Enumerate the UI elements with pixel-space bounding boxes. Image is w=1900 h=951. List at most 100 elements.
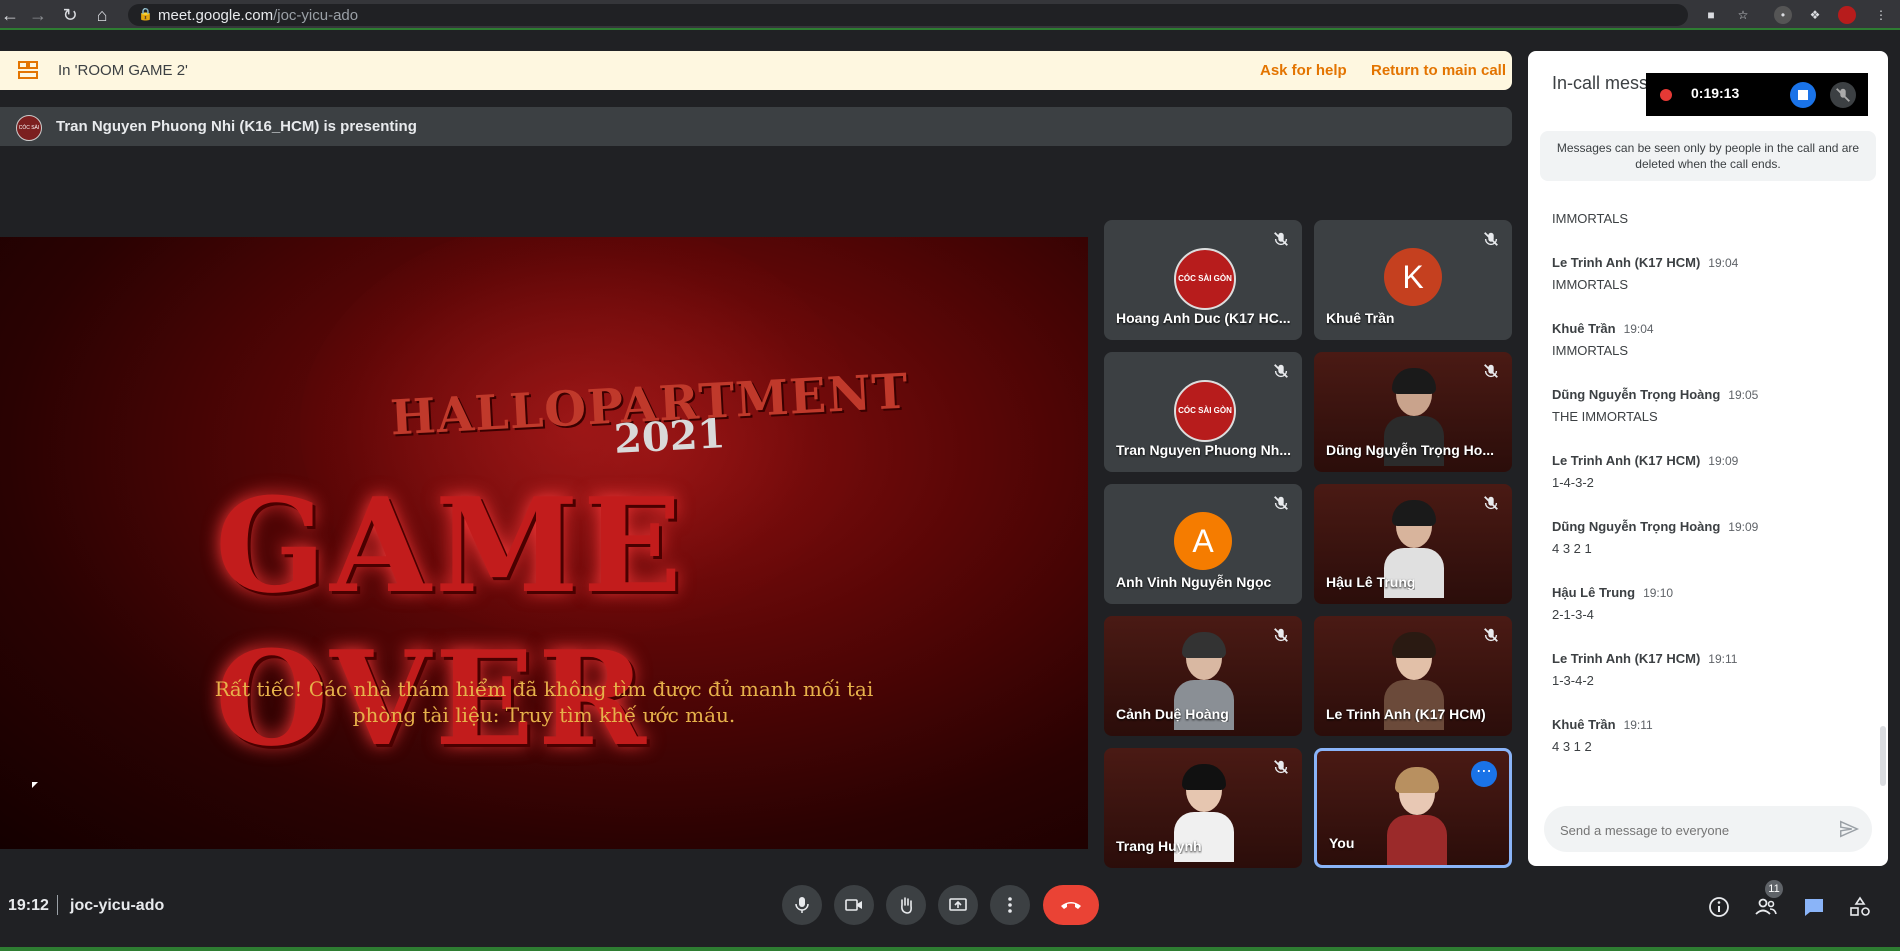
participant-name: Dũng Nguyễn Trọng Ho... [1326, 442, 1494, 458]
meeting-details-icon[interactable] [1707, 895, 1731, 919]
divider [57, 895, 58, 915]
ask-for-help-link[interactable]: Ask for help [1260, 62, 1347, 79]
mic-off-icon [1274, 364, 1288, 378]
chat-input-box [1544, 806, 1872, 852]
participant-tile[interactable]: Le Trinh Anh (K17 HCM) [1314, 616, 1512, 736]
list-item: Hậu Lê Trung 19:10 2-1-3-4 [1552, 585, 1674, 622]
bottom-control-bar: 19:12 joc-yicu-ado 11 [0, 873, 1900, 933]
breakout-room-banner: In 'ROOM GAME 2' Ask for help Return to … [0, 51, 1512, 90]
forward-arrow-icon[interactable]: → [28, 5, 48, 25]
participant-tile[interactable]: CÓC SÀI GÒN Tran Nguyen Phuong Nh... [1104, 352, 1302, 472]
recording-timer: 0:19:13 [1691, 85, 1740, 101]
home-icon[interactable]: ⌂ [92, 5, 112, 25]
stop-recording-button[interactable] [1790, 82, 1816, 108]
presenting-text: Tran Nguyen Phuong Nhi (K16_HCM) is pres… [56, 118, 417, 135]
back-arrow-icon[interactable]: ← [0, 5, 20, 25]
profile-avatar[interactable] [1838, 6, 1856, 24]
participant-tile[interactable]: K Khuê Trần [1314, 220, 1512, 340]
participant-tile[interactable]: Hậu Lê Trung [1314, 484, 1512, 604]
raise-hand-button[interactable] [886, 885, 926, 925]
chat-message-input[interactable] [1558, 818, 1832, 842]
recording-widget: 0:19:13 [1646, 73, 1868, 116]
participant-name: You [1329, 835, 1355, 851]
participant-name: Hậu Lê Trung [1326, 574, 1416, 590]
participant-avatar: CÓC SÀI GÒN [1174, 380, 1236, 442]
breakout-room-icon [18, 61, 38, 79]
meeting-code: joc-yicu-ado [70, 897, 165, 914]
mic-off-icon [1274, 760, 1288, 774]
list-item: Khuê Trần 19:04 IMMORTALS [1552, 321, 1654, 358]
return-to-main-call-link[interactable]: Return to main call [1371, 62, 1506, 79]
participant-name: Tran Nguyen Phuong Nh... [1116, 442, 1291, 458]
game-over-headline: GAME OVER [215, 469, 686, 775]
participant-tile[interactable]: Trang Huynh [1104, 748, 1302, 868]
bookmark-star-icon[interactable]: ☆ [1734, 6, 1752, 24]
result-message-line-1: Rất tiếc! Các nhà thám hiểm đã không tìm… [214, 677, 874, 701]
presentation-stage: HALLOPARTMENT 2021 GAME OVER Rất tiếc! C… [0, 237, 1088, 849]
participant-name: Hoang Anh Duc (K17 HC... [1116, 310, 1291, 326]
presenter-avatar: CÓC SÀI GÒN [16, 115, 42, 141]
participant-name: Trang Huynh [1116, 838, 1202, 854]
activities-icon[interactable] [1848, 895, 1872, 919]
present-screen-button[interactable] [938, 885, 978, 925]
participant-tile[interactable]: Cảnh Duệ Hoàng [1104, 616, 1302, 736]
camera-icon [845, 899, 862, 911]
list-item: Dũng Nguyễn Trọng Hoàng 19:05 THE IMMORTA… [1552, 387, 1759, 424]
current-time: 19:12 [8, 897, 49, 914]
mic-off-icon [1274, 628, 1288, 642]
list-item: Dũng Nguyễn Trọng Hoàng 19:09 4 3 2 1 [1552, 519, 1759, 556]
camera-button[interactable] [834, 885, 874, 925]
participant-name: Cảnh Duệ Hoàng [1116, 706, 1229, 722]
more-options-icon[interactable]: ⋯ [1471, 761, 1497, 787]
more-options-button[interactable] [990, 885, 1030, 925]
mic-off-icon [1484, 496, 1498, 510]
room-label: In 'ROOM GAME 2' [58, 62, 188, 79]
mic-off-icon [1274, 232, 1288, 246]
participant-name: Khuê Trần [1326, 310, 1395, 326]
participant-tile[interactable]: A Anh Vinh Nguyễn Ngọc [1104, 484, 1302, 604]
result-message-line-2: phòng tài liệu: Truy tìm khế ước máu. [352, 703, 736, 727]
extension-icon[interactable]: • [1774, 6, 1792, 24]
leave-call-button[interactable] [1043, 885, 1099, 925]
chat-panel: In-call mess Messages can be seen only b… [1528, 51, 1888, 866]
browser-menu-icon[interactable]: ⋮ [1872, 6, 1890, 24]
recording-mic-button[interactable] [1830, 82, 1856, 108]
reload-icon[interactable]: ↻ [60, 5, 80, 25]
microphone-button[interactable] [782, 885, 822, 925]
present-screen-icon [949, 898, 967, 911]
stop-icon [1798, 90, 1808, 100]
participant-avatar: K [1384, 248, 1442, 306]
mic-off-icon [1484, 364, 1498, 378]
participant-count-badge: 11 [1765, 880, 1783, 898]
hang-up-icon [1061, 902, 1081, 909]
address-bar[interactable]: 🔒 meet.google.com/joc-yicu-ado [128, 4, 1688, 26]
puzzle-extensions-icon[interactable]: ❖ [1806, 6, 1824, 24]
mic-off-icon [1274, 496, 1288, 510]
mouse-cursor [32, 782, 38, 788]
list-item: IMMORTALS [1552, 211, 1629, 226]
participant-avatar: A [1174, 512, 1232, 570]
browser-toolbar: ← → ↻ ⌂ 🔒 meet.google.com/joc-yicu-ado ■… [0, 0, 1900, 30]
chat-notice: Messages can be seen only by people in t… [1540, 131, 1876, 181]
recording-dot-icon [1660, 89, 1672, 101]
camera-indicator-icon[interactable]: ■ [1702, 6, 1720, 24]
window-bottom-border [0, 947, 1900, 951]
vertical-dots-icon [1008, 897, 1012, 913]
mic-off-icon [1484, 628, 1498, 642]
chat-scrollbar[interactable] [1880, 726, 1886, 786]
participant-tile[interactable]: Dũng Nguyễn Trọng Ho... [1314, 352, 1512, 472]
participant-tile[interactable]: CÓC SÀI GÒN Hoang Anh Duc (K17 HC... [1104, 220, 1302, 340]
participant-name: Le Trinh Anh (K17 HCM) [1326, 706, 1486, 722]
chat-icon[interactable] [1802, 895, 1826, 919]
list-item: Le Trinh Anh (K17 HCM) 19:09 1-4-3-2 [1552, 453, 1739, 490]
list-item: Le Trinh Anh (K17 HCM) 19:11 1-3-4-2 [1552, 651, 1738, 688]
people-icon[interactable] [1754, 895, 1778, 919]
list-item: Khuê Trần 19:11 4 3 1 2 [1552, 717, 1653, 754]
raise-hand-icon [901, 897, 912, 914]
send-icon[interactable] [1838, 818, 1860, 840]
microphone-icon [795, 897, 809, 913]
participant-avatar: CÓC SÀI GÒN [1174, 248, 1236, 310]
list-item: Le Trinh Anh (K17 HCM) 19:04 IMMORTALS [1552, 255, 1739, 292]
mic-off-icon [1836, 88, 1850, 102]
self-view-tile[interactable]: ⋯ You [1314, 748, 1512, 868]
